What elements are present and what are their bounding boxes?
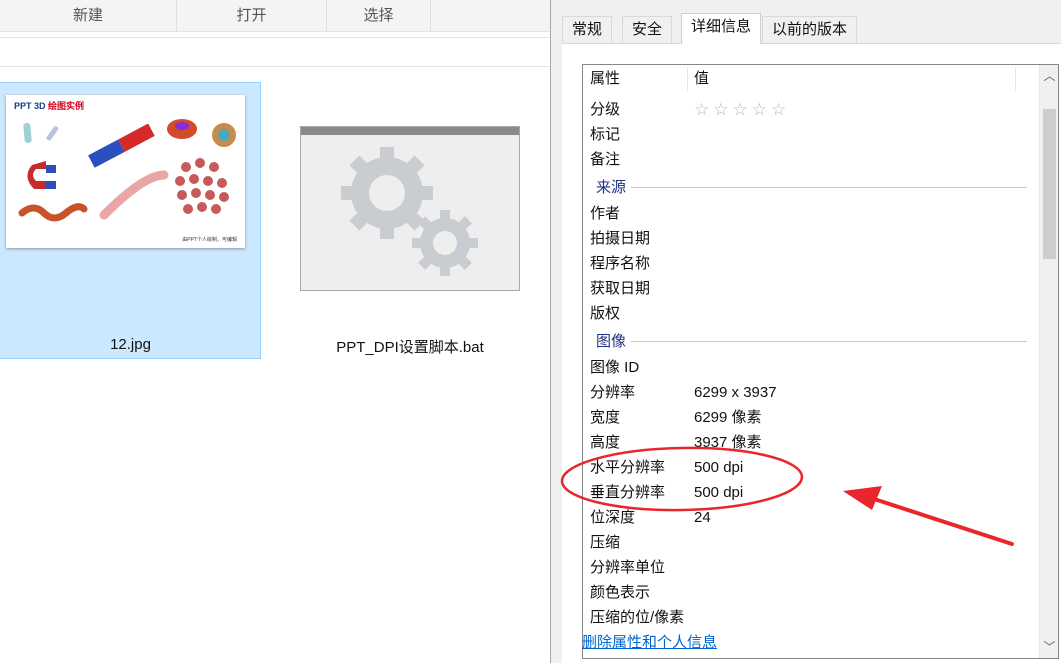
property-name: 垂直分辨率	[590, 484, 666, 501]
property-row[interactable]: 拍摄日期	[583, 226, 1039, 251]
property-name: 备注	[590, 151, 621, 168]
address-bar[interactable]	[0, 37, 550, 67]
property-row[interactable]: 分级 ☆☆☆☆☆	[583, 97, 1039, 122]
property-value: 500 dpi	[694, 484, 744, 501]
column-header-property[interactable]: 属性	[590, 65, 620, 93]
property-row[interactable]: 标记	[583, 122, 1039, 147]
property-row[interactable]: 获取日期	[583, 276, 1039, 301]
gears-icon	[341, 147, 478, 276]
property-row[interactable]: 压缩的位/像素	[583, 605, 1039, 630]
property-row[interactable]: 压缩	[583, 530, 1039, 555]
column-separator[interactable]	[1015, 67, 1016, 91]
ribbon-group-new[interactable]: 新建	[0, 0, 177, 31]
property-name: 分辨率单位	[590, 559, 666, 576]
property-name: 压缩的位/像素	[590, 609, 685, 626]
property-name: 版权	[590, 305, 621, 322]
property-row[interactable]: 分辨率单位	[583, 555, 1039, 580]
ribbon: 新建 打开 选择	[0, 0, 550, 32]
property-name: 分辨率	[590, 384, 636, 401]
property-name: 位深度	[590, 509, 636, 526]
property-name: 作者	[590, 205, 621, 222]
property-name: 标记	[590, 126, 621, 143]
property-row[interactable]: 垂直分辨率 500 dpi	[583, 480, 1039, 505]
property-list[interactable]: 属性 值 分级 ☆☆☆☆☆ 标记 备注 来源 作者 拍摄日期 程序名称 获取日期…	[582, 64, 1059, 659]
ribbon-group-select[interactable]: 选择	[327, 0, 431, 31]
scroll-down-icon[interactable]: ﹀	[1040, 636, 1058, 658]
column-separator[interactable]	[687, 67, 688, 91]
property-value: 500 dpi	[694, 459, 744, 476]
rating-stars[interactable]: ☆☆☆☆☆	[694, 97, 790, 122]
property-row[interactable]: 图像 ID	[583, 355, 1039, 380]
list-header: 属性 值	[583, 65, 1041, 93]
property-name: 分级	[590, 101, 621, 118]
property-row[interactable]: 颜色表示	[583, 580, 1039, 605]
property-value: 6299 x 3937	[694, 384, 777, 401]
thumbnail-footer: 由PPT个人绘制，可编辑	[182, 237, 237, 243]
tab-previous-versions[interactable]: 以前的版本	[762, 16, 858, 43]
file-explorer: 新建 打开 选择 PPT 3D 绘图实例 由PPT个人绘制，可编辑 12.jpg…	[0, 0, 550, 663]
property-row[interactable]: 分辨率 6299 x 3937	[583, 380, 1039, 405]
file-name-label: 12.jpg	[110, 336, 151, 353]
property-name: 图像 ID	[590, 359, 640, 376]
property-row[interactable]: 备注	[583, 147, 1039, 172]
property-row[interactable]: 作者	[583, 201, 1039, 226]
property-name: 获取日期	[590, 280, 651, 297]
tab-general[interactable]: 常规	[562, 16, 613, 43]
tab-details[interactable]: 详细信息	[681, 13, 762, 44]
scrollbar-thumb[interactable]	[1043, 109, 1056, 259]
property-name: 颜色表示	[590, 584, 651, 601]
file-item-bat[interactable]	[300, 126, 520, 291]
property-value: 6299 像素	[694, 409, 762, 426]
property-row[interactable]: 程序名称	[583, 251, 1039, 276]
property-name: 高度	[590, 434, 621, 451]
image-thumbnail: PPT 3D 绘图实例 由PPT个人绘制，可编辑	[6, 95, 245, 248]
scroll-up-icon[interactable]: ︿	[1040, 65, 1058, 87]
property-name: 宽度	[590, 409, 621, 426]
group-header-image: 图像	[583, 329, 1039, 354]
property-name: 拍摄日期	[590, 230, 651, 247]
file-name-label: PPT_DPI设置脚本.bat	[336, 339, 484, 356]
remove-properties-link[interactable]: 删除属性和个人信息	[582, 631, 717, 652]
properties-dialog: 常规 安全 详细信息 以前的版本 属性 值 分级 ☆☆☆☆☆ 标记 备注 来源 …	[550, 0, 1061, 663]
property-row[interactable]: 位深度 24	[583, 505, 1039, 530]
group-label: 图像	[596, 333, 627, 350]
group-label: 来源	[596, 179, 627, 196]
ribbon-group-open[interactable]: 打开	[177, 0, 327, 31]
property-value: 3937 像素	[694, 434, 762, 451]
property-row[interactable]: 水平分辨率 500 dpi	[583, 455, 1039, 480]
property-name: 程序名称	[590, 255, 651, 272]
bat-thumbnail	[300, 126, 520, 291]
property-name: 压缩	[590, 534, 621, 551]
vertical-scrollbar[interactable]: ︿ ﹀	[1039, 65, 1058, 658]
details-panel: 属性 值 分级 ☆☆☆☆☆ 标记 备注 来源 作者 拍摄日期 程序名称 获取日期…	[562, 43, 1061, 663]
property-name: 水平分辨率	[590, 459, 666, 476]
column-header-value[interactable]: 值	[694, 65, 709, 93]
property-row[interactable]: 宽度 6299 像素	[583, 405, 1039, 430]
property-value: 24	[694, 509, 711, 526]
thumbnail-artwork	[18, 119, 236, 222]
group-header-source: 来源	[583, 175, 1039, 200]
tab-security[interactable]: 安全	[622, 16, 673, 43]
property-row[interactable]: 版权	[583, 301, 1039, 326]
property-row[interactable]: 高度 3937 像素	[583, 430, 1039, 455]
